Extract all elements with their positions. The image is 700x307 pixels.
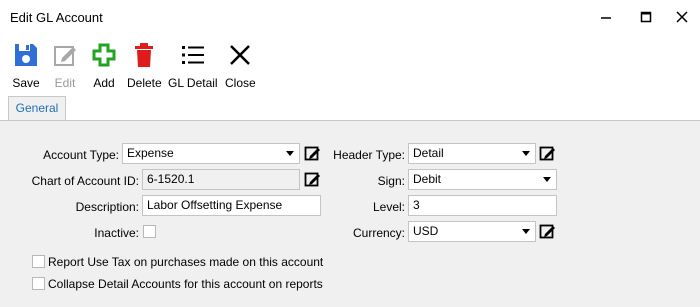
edit-icon: [539, 224, 555, 239]
window-close-button[interactable]: [666, 4, 698, 30]
header-type-edit-button[interactable]: [537, 143, 558, 164]
description-value: Labor Offsetting Expense: [147, 198, 283, 212]
gl-detail-label: GL Detail: [168, 76, 218, 90]
trash-icon: [129, 40, 159, 70]
chevron-down-icon: [522, 151, 530, 156]
currency-label: Currency:: [352, 226, 405, 240]
sign-value: Debit: [413, 172, 442, 186]
account-type-label: Account Type:: [43, 148, 119, 162]
toolbar: Save Edit Add Delete GL Detail Close: [0, 34, 700, 96]
save-button[interactable]: Save: [11, 40, 41, 90]
sign-select[interactable]: Debit: [408, 169, 557, 190]
chart-id-value: 6-1520.1: [147, 172, 195, 186]
report-use-tax-label: Report Use Tax on purchases made on this…: [48, 255, 324, 269]
edit-label: Edit: [54, 76, 76, 90]
delete-label: Delete: [127, 76, 162, 90]
account-type-value: Expense: [127, 146, 174, 160]
maximize-icon: [640, 11, 652, 23]
chevron-down-icon: [522, 229, 530, 234]
window-title: Edit GL Account: [10, 10, 103, 25]
report-use-tax-checkbox[interactable]: [32, 255, 45, 268]
plus-icon: [89, 40, 119, 70]
description-label: Description:: [75, 200, 139, 214]
description-field[interactable]: Labor Offsetting Expense: [142, 195, 321, 216]
edit-icon: [539, 146, 555, 161]
close-icon: [225, 40, 255, 70]
chevron-down-icon: [543, 177, 551, 182]
close-button[interactable]: Close: [225, 40, 256, 90]
header-type-label: Header Type:: [333, 148, 405, 162]
minimize-button[interactable]: [590, 4, 622, 30]
save-icon: [11, 40, 41, 70]
level-label: Level:: [372, 200, 405, 214]
save-label: Save: [12, 76, 40, 90]
delete-button[interactable]: Delete: [127, 40, 162, 90]
currency-edit-button[interactable]: [537, 221, 558, 242]
collapse-detail-label: Collapse Detail Accounts for this accoun…: [48, 277, 323, 291]
header-type-select[interactable]: Detail: [408, 143, 536, 164]
currency-value: USD: [413, 224, 439, 238]
title-bar: Edit GL Account: [0, 0, 700, 34]
minimize-icon: [601, 17, 611, 19]
add-button[interactable]: Add: [89, 40, 119, 90]
level-value: 3: [413, 198, 420, 212]
chevron-down-icon: [286, 151, 294, 156]
inactive-checkbox[interactable]: [143, 225, 156, 238]
chart-id-field[interactable]: 6-1520.1: [142, 169, 300, 190]
edit-button[interactable]: Edit: [50, 40, 80, 90]
maximize-button[interactable]: [630, 4, 662, 30]
tab-general[interactable]: General: [8, 96, 66, 120]
collapse-detail-checkbox[interactable]: [32, 277, 45, 290]
chart-id-label: Chart of Account ID:: [31, 174, 139, 188]
header-type-value: Detail: [413, 146, 444, 160]
window-close-icon: [676, 11, 688, 23]
tab-strip: General: [0, 96, 700, 121]
add-label: Add: [93, 76, 115, 90]
edit-icon: [50, 40, 80, 70]
sign-label: Sign:: [377, 174, 405, 188]
inactive-label: Inactive:: [94, 226, 139, 240]
level-field[interactable]: 3: [408, 195, 557, 216]
list-icon: [178, 40, 208, 70]
close-label: Close: [225, 76, 256, 90]
currency-select[interactable]: USD: [408, 221, 536, 242]
account-type-select[interactable]: Expense: [122, 143, 300, 164]
gl-detail-button[interactable]: GL Detail: [168, 40, 218, 90]
